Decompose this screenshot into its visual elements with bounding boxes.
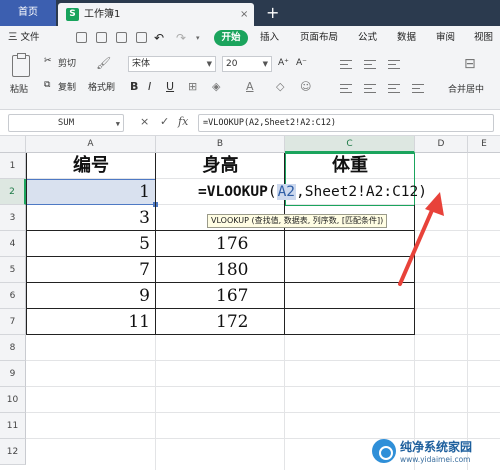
watermark-url: www.yidaimei.com xyxy=(400,455,471,464)
cut-icon[interactable]: ✂ xyxy=(44,56,52,66)
tab-formulas[interactable]: 公式 xyxy=(358,26,377,50)
paste-label[interactable]: 粘贴 xyxy=(10,82,28,95)
cut-button[interactable]: 剪切 xyxy=(58,56,76,69)
close-tab-icon[interactable]: × xyxy=(240,3,248,26)
font-size-select[interactable]: 20 ▼ xyxy=(222,56,272,72)
copy-icon[interactable]: ⧉ xyxy=(44,80,50,90)
format-painter-icon[interactable]: 🖌 xyxy=(96,56,111,70)
file-menu[interactable]: 三 文件 xyxy=(8,26,40,50)
ribbon-toolbar: 粘贴 ✂ 剪切 ⧉ 复制 🖌 格式刷 宋体 ▼ 20 ▼ A⁺ A⁻ B I U… xyxy=(0,50,500,110)
bold-button[interactable]: B xyxy=(130,80,138,94)
align-bottom-icon[interactable] xyxy=(388,60,400,69)
clear-format-icon[interactable]: ◇ xyxy=(276,80,284,94)
tab-workbook-label: 工作簿1 xyxy=(84,9,121,20)
font-grow-button[interactable]: A⁺ xyxy=(278,56,289,70)
watermark-title: 纯净系统家园 xyxy=(400,440,473,454)
merge-center-icon[interactable]: ⊟ xyxy=(464,56,476,72)
align-center-icon[interactable] xyxy=(364,84,376,93)
watermark-icon xyxy=(372,439,396,463)
cancel-formula-icon[interactable]: × xyxy=(140,115,149,128)
font-family-value: 宋体 xyxy=(132,59,151,69)
copy-button[interactable]: 复制 xyxy=(58,80,76,93)
formula-bar: SUM ▼ × ✓ fx =VLOOKUP(A2,Sheet2!A2:C12) xyxy=(0,110,500,136)
chevron-down-icon: ▼ xyxy=(115,120,120,128)
undo-icon[interactable]: ↶ xyxy=(154,26,164,50)
watermark-logo: 纯净系统家园 www.yidaimei.com xyxy=(372,437,497,467)
format-painter-button[interactable]: 格式刷 xyxy=(88,80,115,93)
name-box-value: SUM xyxy=(57,118,75,128)
confirm-formula-icon[interactable]: ✓ xyxy=(160,115,169,128)
smiley-icon[interactable]: ☺ xyxy=(300,80,311,94)
insert-function-icon[interactable]: fx xyxy=(178,115,188,128)
font-family-select[interactable]: 宋体 ▼ xyxy=(128,56,216,72)
border-icon[interactable]: ⊞ xyxy=(188,80,197,94)
align-right-icon[interactable] xyxy=(388,84,400,93)
tab-home[interactable]: 首页 xyxy=(0,0,56,26)
merge-center-button[interactable]: 合并居中 xyxy=(448,82,484,95)
tab-strip: 首页 S 工作簿1 × + xyxy=(0,0,500,26)
tab-start[interactable]: 开始 xyxy=(214,30,248,46)
font-shrink-button[interactable]: A⁻ xyxy=(296,56,307,70)
underline-button[interactable]: U xyxy=(166,80,174,94)
redo-icon[interactable]: ↷ xyxy=(176,26,186,50)
spreadsheet-window: 首页 S 工作簿1 × + 三 文件 ↶ ↷ ▾ 开始 插入 页面布局 公式 数… xyxy=(0,0,500,470)
print-icon[interactable] xyxy=(116,32,127,43)
fill-color-icon[interactable]: ◈ xyxy=(212,80,220,94)
align-top-icon[interactable] xyxy=(340,60,352,69)
sheet-grid: A B C D E 1 2 3 4 5 6 7 8 9 10 11 12 编号 … xyxy=(0,136,500,470)
annotation-arrow xyxy=(398,192,444,286)
save-icon[interactable] xyxy=(76,32,87,43)
font-color-icon[interactable]: A xyxy=(246,80,254,94)
chevron-down-icon: ▼ xyxy=(206,60,212,68)
spreadsheet-icon: S xyxy=(66,8,79,21)
chevron-down-icon: ▼ xyxy=(262,60,268,68)
tab-page-layout[interactable]: 页面布局 xyxy=(300,26,338,50)
chevron-down-icon[interactable]: ▾ xyxy=(196,26,200,50)
tab-insert[interactable]: 插入 xyxy=(260,26,279,50)
tab-review[interactable]: 审阅 xyxy=(436,26,455,50)
tab-data[interactable]: 数据 xyxy=(397,26,416,50)
paste-icon[interactable] xyxy=(12,53,30,77)
new-tab-button[interactable]: + xyxy=(266,0,279,26)
name-box[interactable]: SUM ▼ xyxy=(8,114,124,132)
italic-button[interactable]: I xyxy=(148,80,151,94)
font-size-value: 20 xyxy=(226,59,238,69)
export-icon[interactable] xyxy=(96,32,107,43)
preview-icon[interactable] xyxy=(136,32,147,43)
align-middle-icon[interactable] xyxy=(364,60,376,69)
tab-workbook[interactable]: S 工作簿1 × xyxy=(58,3,254,26)
tab-view[interactable]: 视图 xyxy=(474,26,493,50)
align-left-icon[interactable] xyxy=(340,84,352,93)
justify-icon[interactable] xyxy=(412,84,424,93)
formula-input[interactable]: =VLOOKUP(A2,Sheet2!A2:C12) xyxy=(198,114,494,132)
menu-bar: 三 文件 ↶ ↷ ▾ 开始 插入 页面布局 公式 数据 审阅 视图 xyxy=(0,26,500,50)
